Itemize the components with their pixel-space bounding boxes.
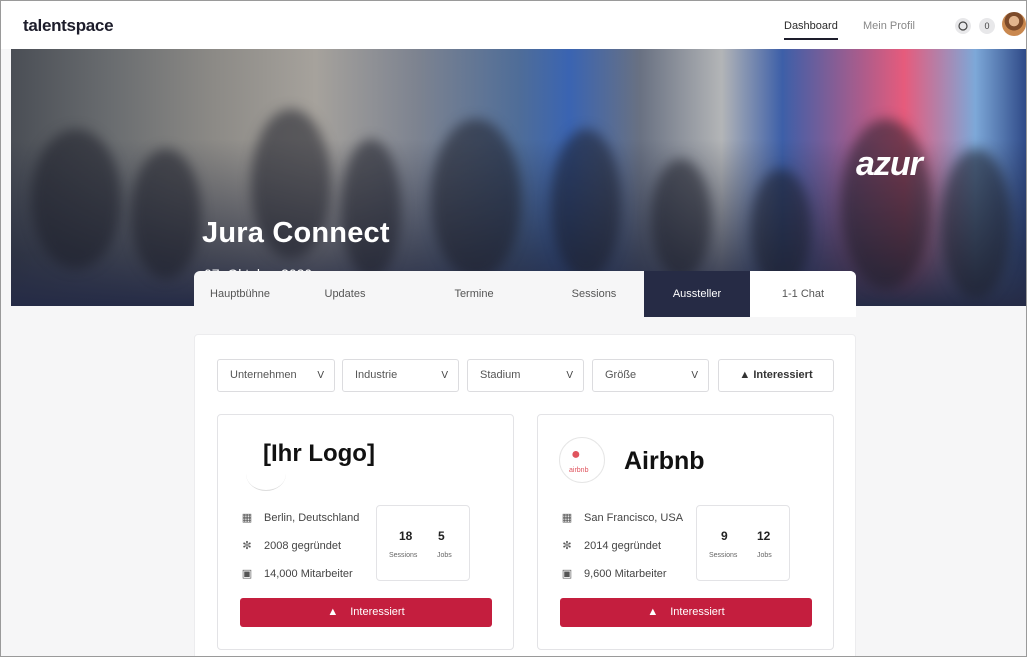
chevron-down-icon: V	[317, 370, 324, 381]
sessions-label: Sessions	[389, 552, 418, 559]
sessions-label: Sessions	[709, 552, 738, 559]
stats-box: 9 12 Sessions Jobs	[696, 505, 790, 581]
thumbs-up-icon: ▲	[647, 606, 659, 618]
founded-icon: ✼	[562, 540, 572, 552]
chevron-down-icon: V	[441, 370, 448, 381]
exhibitor-card[interactable]: [Ihr Logo] ▦ Berlin, Deutschland ✼ 2008 ge…	[217, 414, 514, 650]
chat-icon[interactable]	[955, 18, 971, 34]
building-icon: ▦	[561, 512, 573, 524]
thumbs-up-icon: ▲	[739, 369, 751, 381]
booth-sign: azur	[856, 145, 923, 183]
founded-row: ✼ 2008 gegründet	[240, 539, 341, 552]
founded-text: 2014 gegründet	[584, 540, 662, 552]
people-icon: ▣	[561, 568, 573, 580]
exhibitor-panel: Unternehmen V Industrie V Stadium V Größ…	[194, 334, 856, 656]
chat-bubble-icon	[958, 21, 968, 31]
stage-filter[interactable]: Stadium V	[467, 359, 584, 392]
size-filter[interactable]: Größe V	[592, 359, 709, 392]
location-text: San Francisco, USA	[584, 512, 684, 524]
event-tabs: Hauptbühne Updates Termine Sessions Auss…	[194, 271, 856, 317]
company-filter-label: Unternehmen	[230, 369, 297, 381]
founded-icon: ✼	[242, 540, 252, 552]
location-row: ▦ Berlin, Deutschland	[240, 511, 360, 524]
tab-chat[interactable]: 1-1 Chat	[750, 271, 856, 317]
employees-text: 14,000 Mitarbeiter	[264, 568, 353, 580]
sessions-count: 18	[399, 529, 413, 543]
people-icon: ▣	[241, 568, 253, 580]
top-navigation: talentspace Dashboard Mein Profil 0	[1, 1, 1026, 49]
airbnb-logo: ● airbnb	[559, 437, 605, 483]
founded-row: ✼ 2014 gegründet	[560, 539, 661, 552]
tab-hauptbuehne[interactable]: Hauptbühne	[194, 271, 286, 317]
industry-filter-label: Industrie	[355, 369, 398, 381]
location-row: ▦ San Francisco, USA	[560, 511, 683, 524]
notification-badge[interactable]: 0	[979, 18, 995, 34]
stage-filter-label: Stadium	[480, 369, 521, 381]
interested-filter-button[interactable]: ▲ Interessiert	[718, 359, 834, 392]
tab-termine[interactable]: Termine	[404, 271, 544, 317]
airbnb-logo-text: airbnb	[569, 467, 589, 474]
interested-button[interactable]: ▲ Interessiert	[560, 598, 812, 627]
brand-logo[interactable]: talentspace	[23, 16, 114, 36]
building-icon: ▦	[241, 512, 253, 524]
employees-row: ▣ 9,600 Mitarbeiter	[560, 567, 667, 580]
jobs-count: 5	[438, 529, 445, 543]
exhibitor-card[interactable]: ● airbnb Airbnb ▦ San Francisco, USA ✼ 201…	[537, 414, 834, 650]
size-filter-label: Größe	[605, 369, 637, 381]
interested-button[interactable]: ▲ Interessiert	[240, 598, 492, 627]
stats-box: 18 5 Sessions Jobs	[376, 505, 470, 581]
location-text: Berlin, Deutschland	[264, 512, 360, 524]
chevron-down-icon: V	[691, 370, 698, 381]
company-filter[interactable]: Unternehmen V	[217, 359, 335, 392]
sessions-count: 9	[721, 529, 728, 543]
thumbs-up-icon: ▲	[327, 606, 339, 618]
jobs-label: Jobs	[757, 552, 772, 559]
tab-updates[interactable]: Updates	[286, 271, 404, 317]
app-frame: talentspace Dashboard Mein Profil 0 azur…	[0, 0, 1027, 657]
tab-sessions[interactable]: Sessions	[544, 271, 644, 317]
interested-filter-label: Interessiert	[753, 369, 813, 381]
employees-row: ▣ 14,000 Mitarbeiter	[240, 567, 353, 580]
nav-dashboard-link[interactable]: Dashboard	[784, 20, 838, 40]
exhibitor-logo: [Ihr Logo]	[263, 440, 375, 467]
jobs-label: Jobs	[437, 552, 452, 559]
interested-button-label: Interessiert	[350, 606, 405, 618]
industry-filter[interactable]: Industrie V	[342, 359, 459, 392]
employees-text: 9,600 Mitarbeiter	[584, 568, 667, 580]
event-title: Jura Connect	[202, 217, 390, 249]
jobs-count: 12	[757, 529, 771, 543]
airbnb-icon: ●	[571, 446, 581, 463]
chevron-down-icon: V	[566, 370, 573, 381]
tab-aussteller[interactable]: Aussteller	[644, 271, 750, 317]
founded-text: 2008 gegründet	[264, 540, 342, 552]
user-avatar[interactable]	[1002, 12, 1026, 36]
exhibitor-name: Airbnb	[624, 447, 705, 475]
hero-banner: azur Jura Connect 07. Oktober 2020	[11, 49, 1026, 306]
interested-button-label: Interessiert	[670, 606, 725, 618]
nav-profile-link[interactable]: Mein Profil	[863, 20, 915, 32]
